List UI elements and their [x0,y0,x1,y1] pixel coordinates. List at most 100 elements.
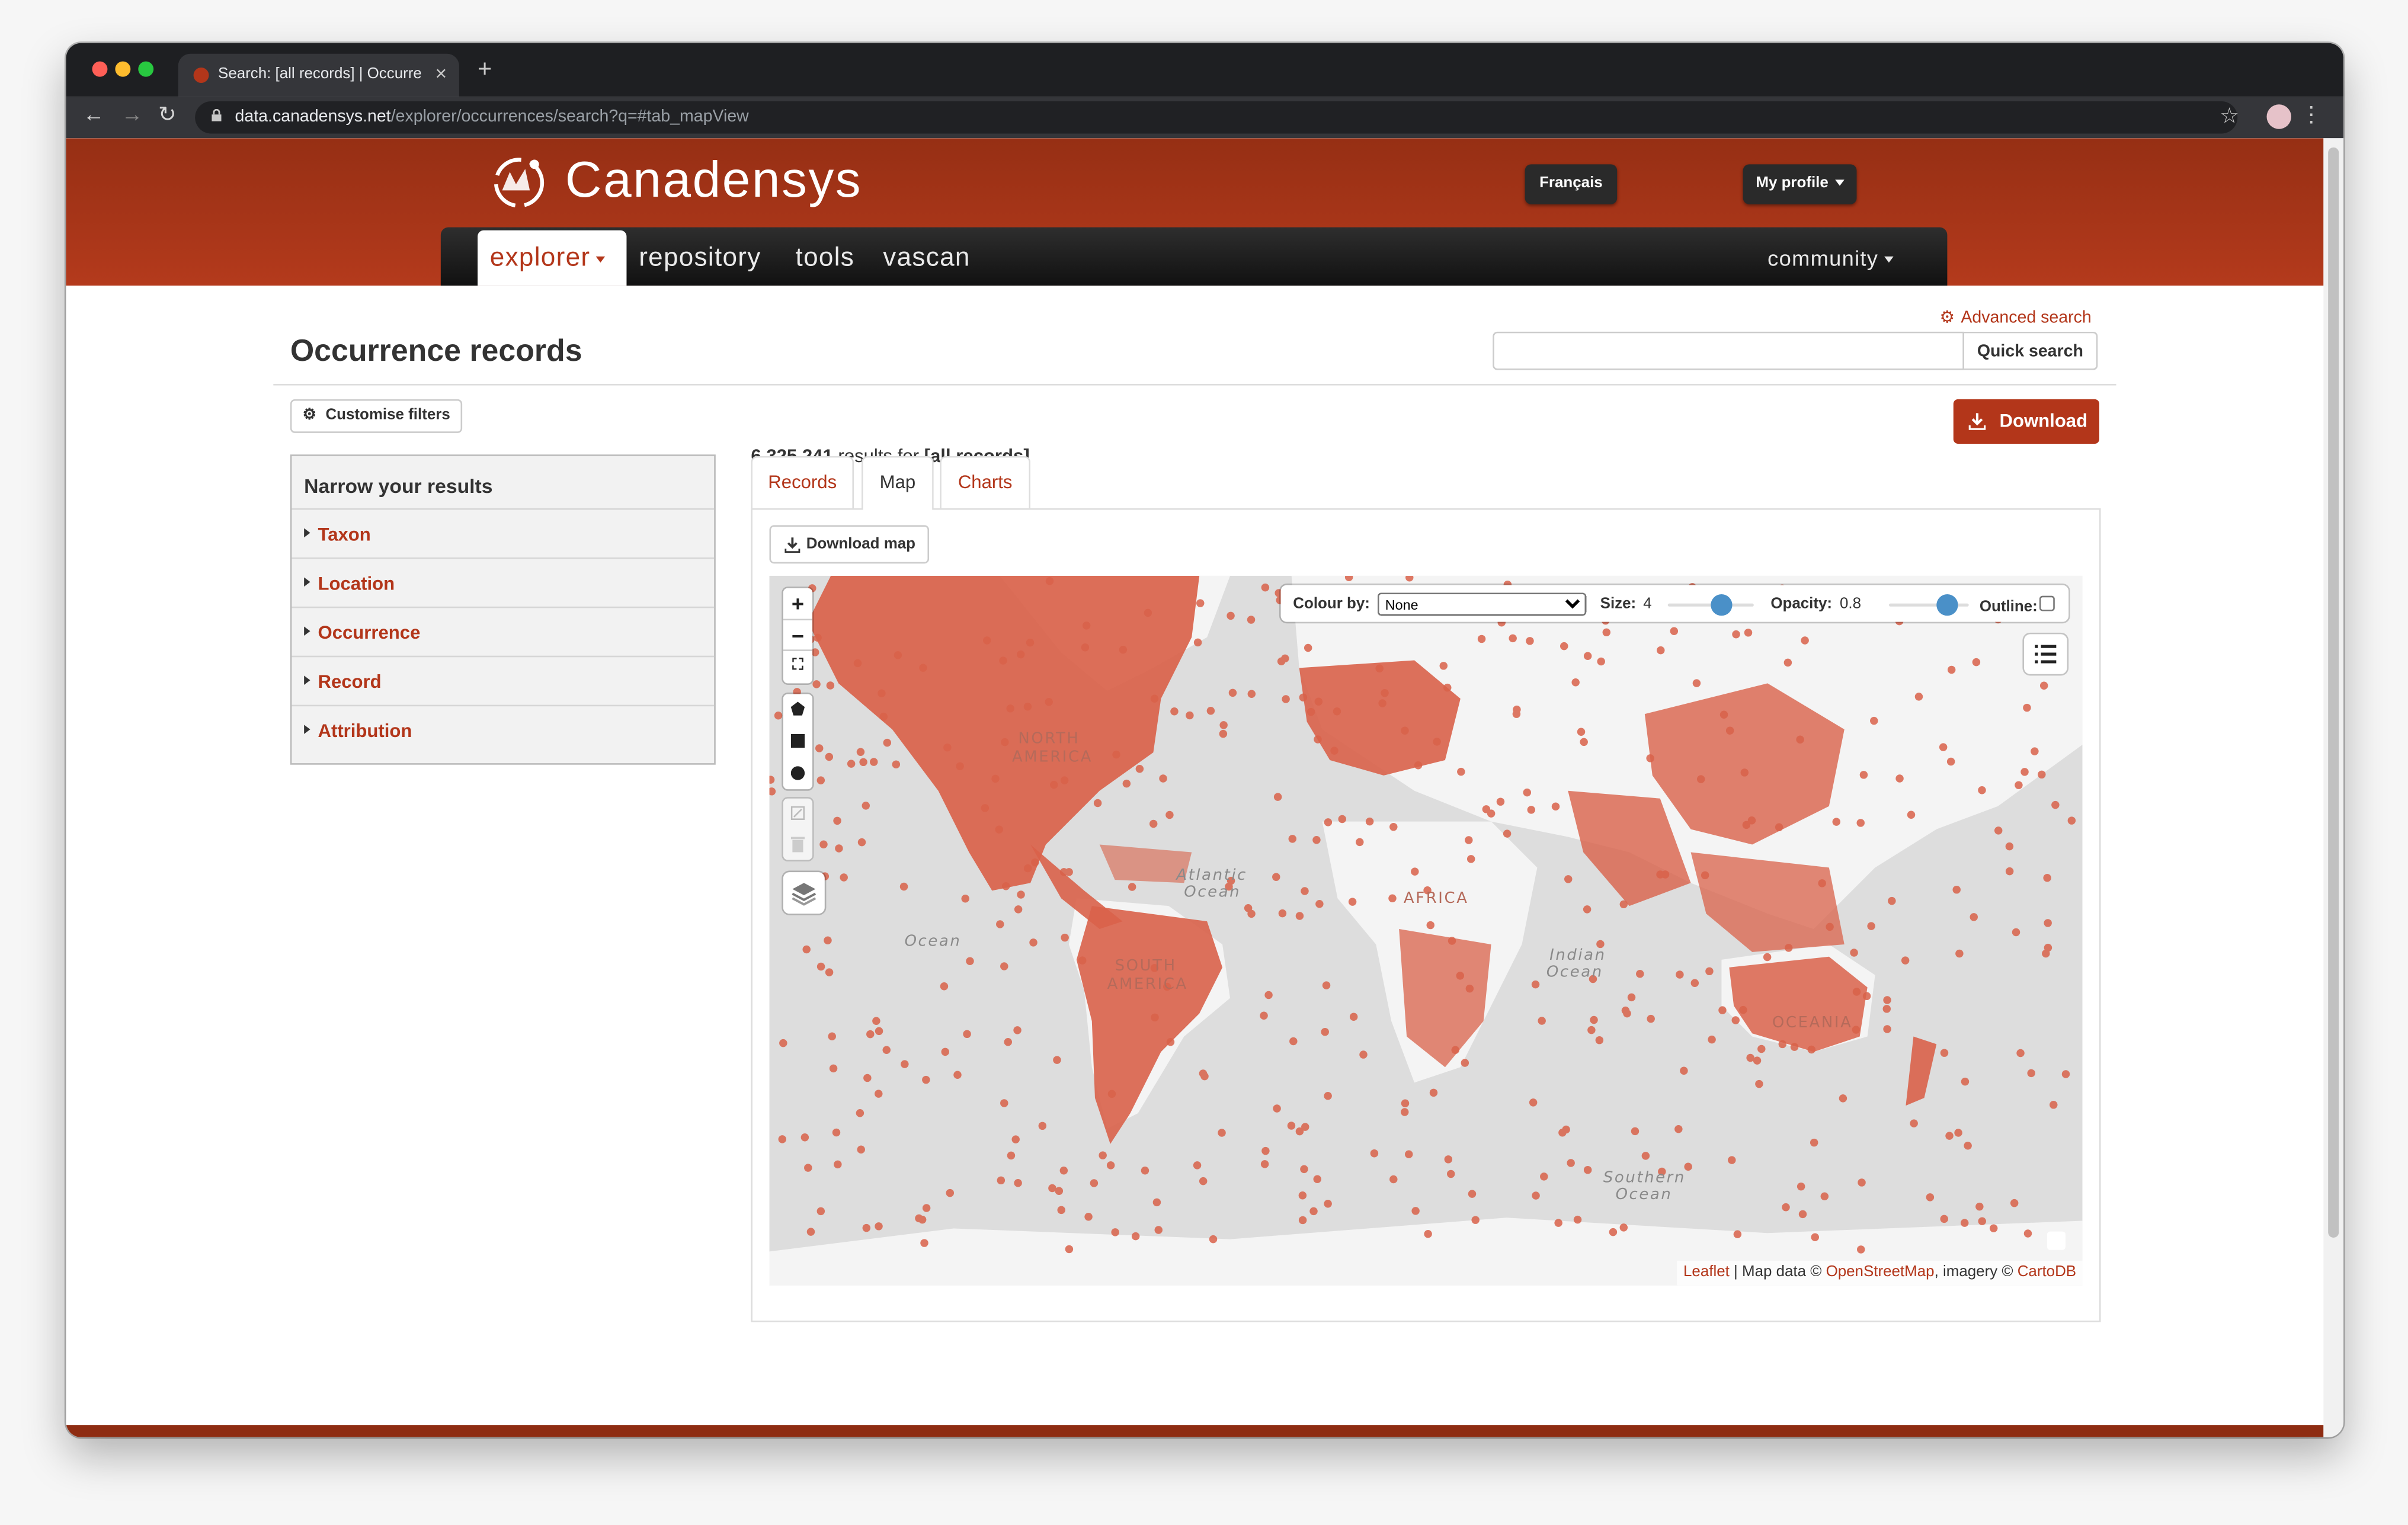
facet-taxon[interactable]: Taxon [292,508,715,558]
zoom-in-button[interactable]: + [783,588,812,619]
nav-tools[interactable]: tools [796,243,855,274]
nav-explorer[interactable]: explorer [478,230,627,286]
occurrence-point [1219,729,1228,738]
tab-map[interactable]: Map [861,456,934,510]
occurrence-point [1261,1146,1270,1155]
close-window-button[interactable] [92,61,108,77]
occurrence-point [1621,1006,1630,1015]
opacity-slider-handle[interactable] [1936,594,1958,616]
size-slider-handle[interactable] [1711,594,1733,616]
outline-checkbox[interactable] [2039,595,2055,611]
bookmark-star-icon[interactable]: ☆ [2220,103,2239,129]
scrollbar-thumb[interactable] [2328,147,2339,1238]
occurrence-point [1324,1199,1332,1208]
occurrence-point [1007,1151,1016,1160]
occurrence-point [882,1046,891,1055]
quick-search-button[interactable]: Quick search [1964,331,2098,370]
occurrence-point [1558,1128,1567,1137]
occurrence-point [1740,768,1749,777]
occurrence-point [1646,754,1654,762]
occurrence-point [919,664,927,672]
label-africa: AFRICA [1404,889,1469,907]
back-icon[interactable]: ← [83,101,104,126]
occurrence-point [2023,703,2031,712]
minimize-window-button[interactable] [115,61,131,77]
occurrence-point [1529,1098,1538,1107]
openstreetmap-link[interactable]: OpenStreetMap [1826,1264,1935,1281]
occurrence-point [1001,738,1009,747]
colour-by-label: Colour by: [1293,595,1370,613]
nav-repository[interactable]: repository [639,243,761,274]
occurrence-point [1775,823,1783,831]
opacity-label: Opacity: [1770,595,1833,613]
occurrence-point [995,825,1003,834]
occurrence-point [1078,956,1087,965]
occurrence-point [1719,710,1728,719]
nav-community[interactable]: community [1767,246,1894,270]
reload-icon[interactable]: ↻ [158,101,176,127]
occurrence-point [1540,1172,1548,1181]
occurrence-point [1000,962,1008,970]
occurrence-point [812,680,821,688]
colour-by-select[interactable]: None [1377,592,1587,616]
draw-polygon-icon[interactable] [790,701,805,716]
occurrence-point [826,681,835,690]
forward-icon[interactable]: → [121,101,143,126]
map-corner-control[interactable] [2047,1231,2066,1250]
draw-rectangle-icon[interactable] [790,733,805,748]
occurrence-point [1602,628,1611,637]
my-profile-button[interactable]: My profile [1743,164,1857,204]
tab-charts[interactable]: Charts [940,456,1031,508]
delete-layers-icon[interactable] [790,837,805,853]
advanced-search-link[interactable]: ⚙ Advanced search [1939,307,2091,327]
outline-label: Outline: [1979,598,2038,616]
close-tab-icon[interactable]: × [436,62,447,85]
legend-button[interactable] [2023,634,2067,674]
facet-attribution[interactable]: Attribution [292,704,715,754]
occurrence-point [2042,949,2050,958]
facet-location[interactable]: Location [292,557,715,607]
label-south: SOUTH [1115,957,1177,975]
occurrence-point [824,936,832,944]
cartodb-link[interactable]: CartoDB [2018,1264,2076,1281]
layers-button[interactable] [783,872,825,914]
maximize-window-button[interactable] [138,61,154,77]
occurrence-point [1264,991,1273,999]
draw-circle-icon[interactable] [790,766,805,780]
facet-occurrence[interactable]: Occurrence [292,606,715,656]
occurrence-point [1926,1193,1935,1202]
download-map-button[interactable]: Download map [769,525,930,564]
occurrence-point [1082,621,1091,630]
occurrence-point [1389,822,1398,831]
address-bar[interactable]: data.canadensys.net/explorer/occurrences… [195,101,2238,134]
new-tab-icon[interactable]: + [478,57,492,85]
occurrence-point [1567,1159,1575,1167]
fullscreen-icon[interactable]: ⛶ [783,649,813,681]
leaflet-link[interactable]: Leaflet [1683,1264,1730,1281]
occurrence-point [862,1223,871,1232]
edit-toolbar [783,798,813,860]
language-button[interactable]: Français [1525,164,1618,204]
profile-avatar[interactable] [2266,104,2291,129]
occurrence-point [1503,829,1512,838]
occurrence-map[interactable]: NORTH AMERICA Atlantic Ocean Ocean SOUTH… [769,575,2083,1286]
footer-bar [66,1425,2324,1437]
browser-tab[interactable]: Search: [all records] | Occurrences × [178,53,459,97]
occurrence-point [1289,1037,1298,1046]
occurrence-point [1348,898,1357,906]
tab-records[interactable]: Records [751,456,854,508]
density-north-america [808,575,1200,891]
customise-filters-button[interactable]: ⚙ Customise filters [290,399,463,433]
facet-record[interactable]: Record [292,655,715,705]
page-scrollbar[interactable] [2323,138,2344,1437]
nav-vascan[interactable]: vascan [883,243,970,274]
quick-search-input[interactable] [1493,331,1964,370]
occurrence-point [1955,949,1964,958]
occurrence-point [1512,710,1521,718]
menu-kebab-icon[interactable]: ⋮ [2301,101,2322,127]
occurrence-point [1013,1026,1022,1034]
zoom-out-button[interactable]: − [783,619,813,651]
edit-layers-icon[interactable] [790,806,805,821]
occurrence-point [1055,1187,1064,1195]
download-button[interactable]: Download [1953,399,2099,444]
